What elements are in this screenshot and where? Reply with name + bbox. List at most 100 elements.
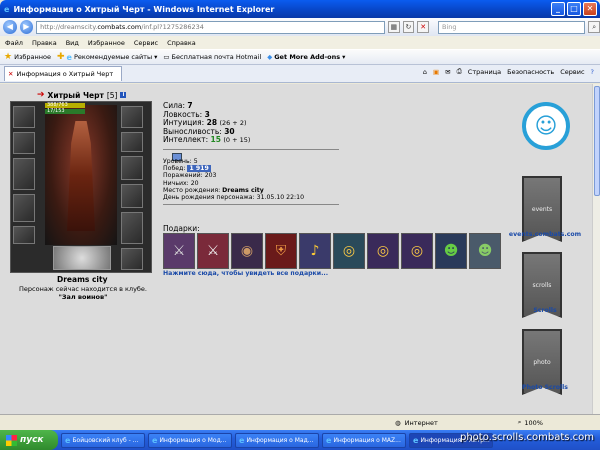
events-link[interactable]: events.combats.com	[505, 231, 585, 238]
forward-button[interactable]: ▶	[19, 20, 34, 34]
gift-bell-icon[interactable]: ♪	[299, 233, 331, 269]
slot-helmet[interactable]	[121, 106, 143, 128]
banner-label: events	[531, 205, 553, 213]
taskbar-item[interactable]: e Информация о MAZ...	[322, 432, 406, 448]
profile-head-icon[interactable]: ☺	[522, 102, 570, 150]
character-name: Хитрый Черт	[47, 90, 104, 100]
page-icon: ▭	[163, 53, 170, 61]
menu-file[interactable]: Файл	[5, 39, 23, 47]
maximize-button[interactable]: □	[567, 2, 581, 16]
gift-target-icon[interactable]: ◎	[367, 233, 399, 269]
location-text: Персонаж сейчас находится в клубе. "Зал …	[16, 285, 150, 301]
banner-label: photo	[533, 358, 551, 366]
task-label: Бойцовский клуб - ...	[72, 436, 139, 444]
slot-shield[interactable]	[121, 184, 143, 208]
cmd-safety[interactable]: Безопасность	[507, 68, 554, 76]
gift-drum-icon[interactable]: ◉	[231, 233, 263, 269]
compatibility-icon[interactable]: ▦	[387, 21, 400, 33]
gift-goblin-icon[interactable]: ☻	[469, 233, 501, 269]
info-icon[interactable]: i	[120, 92, 127, 98]
gift-target-icon[interactable]: ◎	[401, 233, 433, 269]
gift-target-icon[interactable]: ◎	[333, 233, 365, 269]
gift-armor-icon[interactable]: ⛨	[265, 233, 297, 269]
slot-armor[interactable]	[13, 194, 35, 222]
refresh-icon[interactable]: ↻	[402, 21, 415, 33]
close-button[interactable]: ✕	[583, 2, 597, 16]
task-label: Информация о Мад...	[246, 436, 314, 444]
menu-favorites[interactable]: Избранное	[88, 39, 125, 47]
fav-item-label: Рекомендуемые сайты	[73, 53, 153, 61]
home-icon[interactable]: ⌂	[423, 68, 427, 76]
mp-value: 17/153	[47, 108, 65, 114]
info-value: 20	[190, 179, 199, 187]
search-input[interactable]: Bing	[437, 20, 586, 34]
window-title: Информация о Хитрый Черт - Windows Inter…	[13, 4, 275, 14]
gift-orc-icon[interactable]: ☻	[435, 233, 467, 269]
fav-hotmail[interactable]: ▭ Бесплатная почта Hotmail	[163, 53, 261, 61]
scroll-thumb[interactable]	[594, 86, 600, 196]
character-doll: 388/763 17/153	[10, 101, 152, 273]
cmd-tools[interactable]: Сервис	[560, 68, 584, 76]
slot-bracers[interactable]	[121, 132, 143, 152]
addons-icon: ◆	[267, 53, 273, 61]
print-icon[interactable]: ⎙	[457, 67, 462, 76]
gift-sword-icon[interactable]: ⚔	[163, 233, 195, 269]
slot-belt[interactable]	[13, 226, 35, 244]
slot-weapon[interactable]	[13, 158, 35, 190]
gift-sword-icon[interactable]: ⚔	[197, 233, 229, 269]
stat-value: 30	[224, 126, 235, 136]
favorites-bar: ★ Избранное ✚ e Рекомендуемые сайты ▾ ▭ Беспл…	[0, 49, 600, 65]
url-input[interactable]: http://dreamscity. combats.com/inf.pl?127…	[36, 20, 385, 34]
menu-tools[interactable]: Сервис	[134, 39, 158, 47]
slot-boots[interactable]	[121, 248, 143, 270]
menu-view[interactable]: Вид	[66, 39, 79, 47]
start-button[interactable]: пуск	[0, 430, 58, 450]
taskbar-item[interactable]: e Бойцовский клуб - ...	[61, 432, 145, 448]
ie-icon: e	[239, 435, 245, 445]
ie-icon: e	[413, 435, 419, 445]
info-label: Уровень:	[163, 158, 192, 165]
slot-earrings[interactable]	[13, 106, 35, 128]
info-value: 31.05.10 22:10	[256, 194, 305, 202]
info-value: 203	[204, 172, 217, 180]
info-value: Dreams city	[222, 186, 264, 194]
ie-icon: e	[326, 435, 332, 445]
minimize-button[interactable]: _	[551, 2, 565, 16]
stat-value: 15	[210, 135, 221, 144]
menu-edit[interactable]: Правка	[32, 39, 57, 47]
location-place: "Зал воинов"	[58, 293, 108, 301]
ie-icon: e	[4, 4, 10, 14]
feeds-icon[interactable]: ▣	[433, 68, 439, 76]
mail-icon[interactable]: ✉	[445, 68, 450, 76]
taskbar-item[interactable]: e Информация о Мод...	[148, 432, 232, 448]
fav-item-label: Get More Add-ons	[274, 53, 341, 61]
status-bar: ◍ Интернет ⌕ 100%	[0, 414, 600, 430]
menu-bar: Файл Правка Вид Избранное Сервис Справка	[0, 36, 600, 49]
fav-suggested-sites[interactable]: ✚ e Рекомендуемые сайты ▾	[57, 52, 157, 62]
tab-character-info[interactable]: ✕ Информация о Хитрый Черт	[4, 66, 122, 81]
photo-scrolls-link[interactable]: Photo Scrolls	[505, 384, 585, 391]
info-label: Поражений:	[163, 172, 203, 180]
help-icon[interactable]: ?	[591, 68, 594, 76]
slot-amulet[interactable]	[13, 132, 35, 154]
slot-gloves[interactable]	[121, 156, 143, 180]
slot-pants[interactable]	[121, 212, 143, 244]
character-info: Уровень: 5 Побед: 1 919 Поражений: 203 Н…	[163, 158, 304, 201]
globe-icon: ◍	[395, 418, 401, 427]
ie-icon: e	[152, 435, 158, 445]
back-button[interactable]: ◀	[3, 20, 17, 34]
search-icon[interactable]: ⌕	[588, 21, 600, 33]
menu-help[interactable]: Справка	[167, 39, 196, 47]
cmd-page[interactable]: Страница	[468, 68, 501, 76]
fav-addons[interactable]: ◆ Get More Add-ons ▾	[267, 53, 345, 61]
favorites-button[interactable]: ★ Избранное	[4, 52, 51, 62]
city-name: Dreams city	[57, 275, 108, 284]
zoom-level[interactable]: 100%	[524, 419, 543, 427]
private-message-icon[interactable]: ➔	[37, 90, 45, 100]
stop-icon[interactable]: ✕	[417, 21, 429, 33]
scrolls-link[interactable]: Scrolls	[505, 307, 585, 314]
taskbar-item[interactable]: e Информация о Мад...	[235, 432, 319, 448]
vertical-scrollbar[interactable]	[592, 84, 600, 414]
all-gifts-link[interactable]: Нажмите сюда, чтобы увидеть все подарки.…	[163, 270, 328, 277]
watermark: photo.scrolls.combats.com	[459, 432, 594, 443]
